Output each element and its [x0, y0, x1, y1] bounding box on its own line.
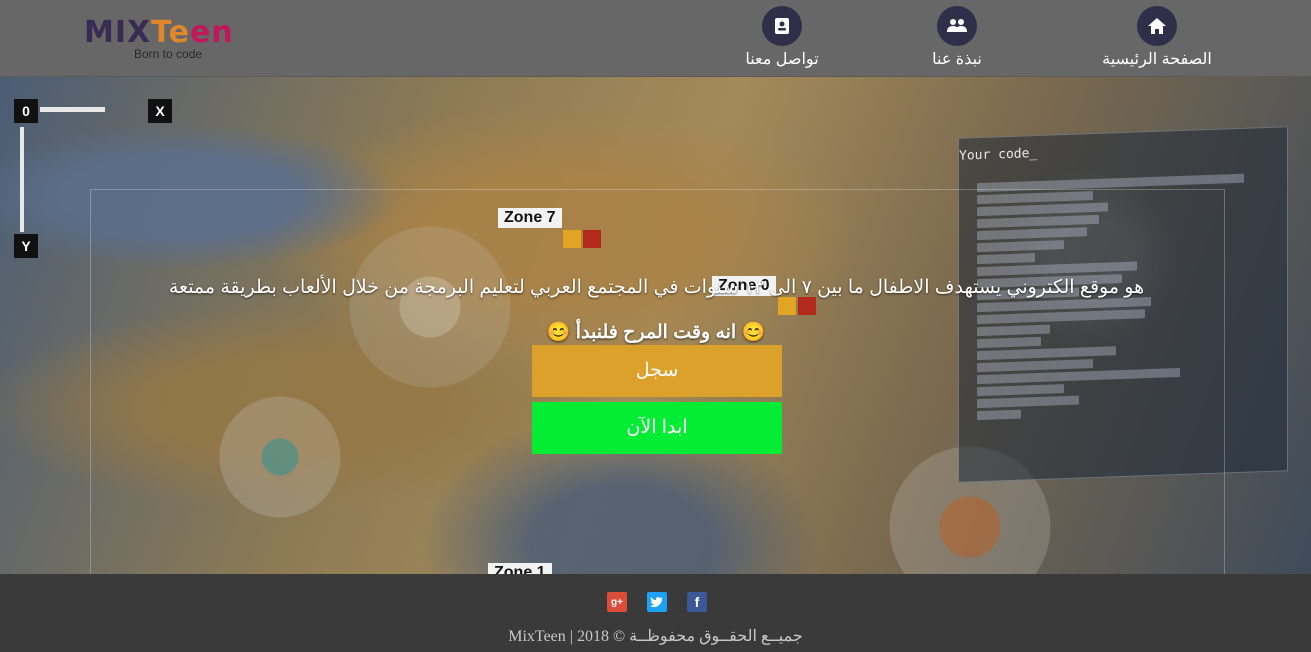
- nav-home[interactable]: الصفحة الرئيسية: [1082, 6, 1232, 70]
- nav-contact-us[interactable]: تواصل معنا: [707, 6, 857, 70]
- nav-contact-label: تواصل معنا: [745, 51, 819, 68]
- register-button[interactable]: سجل: [532, 345, 782, 397]
- nav-about-us[interactable]: نبذة عنا: [882, 6, 1032, 70]
- hud-close-box: X: [148, 99, 172, 123]
- footer: g+ f جميــع الحقــوق محفوظــة © 2018 | M…: [0, 574, 1311, 652]
- zone-flags-7: [563, 230, 603, 248]
- mixteen-logo[interactable]: MIXTeen Born to code: [84, 14, 270, 64]
- code-panel-title: Your code_: [959, 145, 1038, 164]
- hero-description: هو موقع الكتروني يستهدف الاطفال ما بين ٧…: [168, 277, 1145, 298]
- hud-slider-bar: [40, 107, 105, 112]
- people-icon: [937, 6, 977, 46]
- zone-label-1: Zone 1: [488, 563, 552, 574]
- copyright-text: جميــع الحقــوق محفوظــة © 2018 | MixTee…: [508, 628, 803, 645]
- hud-vertical-bar: [20, 127, 24, 232]
- contact-icon: [762, 6, 802, 46]
- zone-label-7: Zone 7: [498, 208, 562, 228]
- hero-section: 0 X Y Your code_ Zone 7 Zone 0 Zone 1 هو…: [0, 77, 1311, 574]
- nav-home-label: الصفحة الرئيسية: [1102, 51, 1212, 68]
- zone-flags-0: [778, 297, 818, 315]
- google-plus-icon[interactable]: g+: [607, 592, 627, 612]
- hud-value-box: 0: [14, 99, 38, 123]
- hud-axis-box: Y: [14, 234, 38, 258]
- top-navbar: MIXTeen Born to code تواصل معنا نبذة عنا…: [0, 0, 1311, 77]
- facebook-icon[interactable]: f: [687, 592, 707, 612]
- nav-about-label: نبذة عنا: [932, 51, 982, 68]
- home-icon: [1137, 6, 1177, 46]
- twitter-icon[interactable]: [647, 592, 667, 612]
- start-now-button[interactable]: ابدا الآن: [532, 402, 782, 454]
- logo-tagline: Born to code: [134, 47, 203, 61]
- hero-slogan: 😊 انه وقت المرح فلنبدأ 😊: [546, 322, 766, 343]
